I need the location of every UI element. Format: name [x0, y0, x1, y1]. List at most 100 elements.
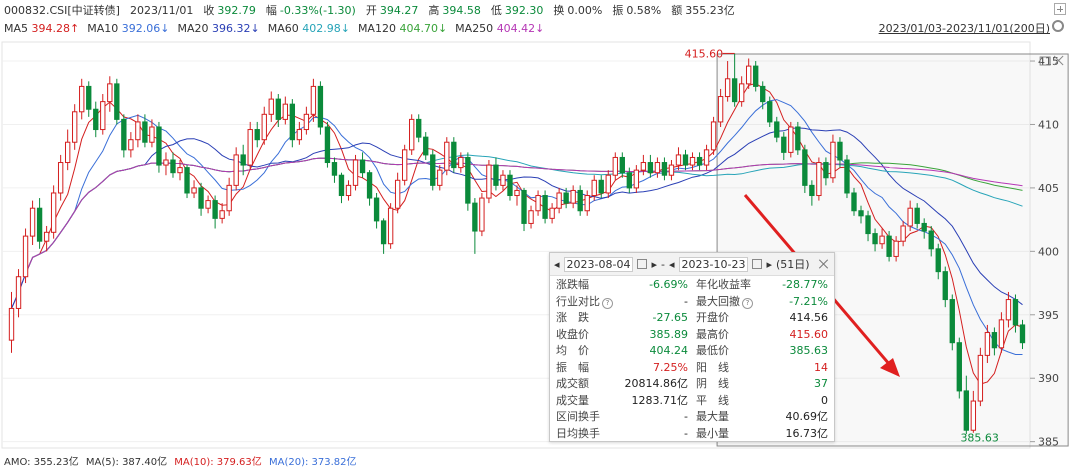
candle-body — [696, 156, 703, 166]
candle-body — [247, 129, 253, 166]
candle-body — [851, 192, 857, 212]
candle-body — [654, 162, 661, 174]
ma-legend-label: MA60 — [267, 21, 303, 35]
candle-body — [717, 96, 724, 123]
candle-body — [535, 195, 541, 212]
stats-grid: 涨跌幅 -6.69% 年化收益率 -28.77% 行业对比? - 最大回撤? -7.21% 涨 … — [550, 276, 834, 442]
candle-body — [914, 207, 920, 224]
date-range-label[interactable]: 2023/01/03-2023/11/01(200日) — [879, 20, 1050, 36]
candle-body — [387, 207, 394, 245]
stat-value: -6.69% — [649, 278, 688, 291]
candle-body — [198, 187, 204, 209]
end-date-field[interactable]: 2023-10-23 — [678, 256, 749, 272]
candle-body — [844, 159, 850, 194]
open-value: 394.27 — [379, 4, 419, 17]
candle-body — [331, 162, 338, 176]
close-value: 392.79 — [217, 4, 256, 17]
candle-body — [170, 159, 176, 174]
stat-label-text: 阳 线 — [696, 360, 729, 374]
amplitude-field: 振 0.58% — [612, 2, 661, 18]
prev-start-arrow[interactable]: ◂ — [554, 258, 560, 271]
stat-value: - — [684, 410, 688, 423]
candle-body — [767, 101, 773, 123]
stat-label: 最低价 — [696, 343, 729, 360]
ma-legend: MA5 394.28↑ MA10 392.06↓ MA20 396.32↓ MA60 … — [4, 20, 544, 36]
ma-legend-value: 396.32↓ — [211, 21, 260, 35]
help-icon[interactable]: ? — [742, 297, 753, 309]
candle-body — [605, 174, 611, 194]
candle-body — [465, 156, 471, 204]
candle-body — [556, 192, 562, 209]
candlestick-chart[interactable]: 385390395400405410415415.60385.63 — [0, 40, 1080, 452]
candle-body — [310, 85, 317, 115]
candle-body — [345, 184, 352, 197]
ma-legend-label: MA250 — [455, 21, 497, 35]
quote-info-bar: 000832.CSI[中证转债] 2023/11/01 收 392.79 幅 -0.… — [4, 1, 735, 19]
candle-body — [86, 85, 92, 110]
stat-row: 最小量 16.73亿 — [696, 426, 828, 443]
expand-icon[interactable] — [1054, 3, 1066, 15]
prev-end-arrow[interactable]: ◂ — [669, 258, 675, 271]
ma-legend-label: MA20 — [177, 21, 212, 35]
stat-row: 开盘价 414.56 — [696, 310, 828, 327]
next-start-arrow[interactable]: ▸ — [651, 258, 657, 271]
help-icon[interactable]: ? — [602, 297, 613, 309]
stat-row: 涨 跌 -27.65 — [556, 310, 688, 327]
stat-label-text: 最小量 — [696, 426, 729, 440]
stat-value: 20814.86亿 — [624, 377, 689, 390]
candle-body — [809, 184, 815, 197]
stat-label-text: 最大回撤 — [696, 294, 740, 308]
stat-label-text: 行业对比 — [556, 294, 600, 308]
stat-label: 最大回撤? — [696, 294, 753, 311]
amo-ma20-label: MA(20): 373.82亿 — [268, 457, 357, 468]
candle-body — [753, 65, 759, 87]
stat-row: 平 线 0 — [696, 393, 828, 410]
stat-label: 开盘价 — [696, 310, 729, 327]
candle-body — [212, 200, 218, 219]
stat-value: 14 — [814, 360, 828, 374]
candle-body — [493, 164, 499, 186]
amo-label: AMO: 355.23亿 — [4, 457, 79, 468]
candle-body — [72, 111, 78, 143]
candle-body — [79, 85, 85, 113]
ma-legend-label: MA120 — [357, 21, 400, 35]
candle-body — [963, 390, 970, 431]
candle-body — [1012, 299, 1019, 326]
amount-label: 额 — [671, 4, 683, 17]
stat-label-text: 年化收益率 — [696, 278, 751, 291]
turnover-field: 换 0.00% — [553, 2, 602, 18]
candle-body — [781, 136, 787, 153]
candle-body — [254, 129, 260, 141]
candle-body — [275, 98, 281, 120]
candle-body — [949, 299, 955, 344]
candle-body — [724, 78, 731, 98]
candle-body — [8, 307, 15, 341]
index-code[interactable]: 000832.CSI[中证转债] — [4, 2, 120, 18]
candle-body — [991, 332, 998, 349]
stat-value: -28.77% — [782, 278, 828, 291]
candle-body — [479, 197, 485, 232]
start-date-field[interactable]: 2023-08-04 — [563, 256, 634, 272]
ma-legend-value: 392.06↓ — [121, 21, 170, 35]
candle-body — [900, 225, 906, 242]
stat-row: 阴 线 37 — [696, 376, 828, 393]
stat-label-text: 平 线 — [696, 393, 729, 407]
calendar-icon[interactable] — [637, 259, 648, 269]
ma-legend-item: MA120 404.70↓ — [358, 22, 447, 35]
next-end-arrow[interactable]: ▸ — [766, 258, 772, 271]
calendar-icon[interactable] — [752, 259, 763, 269]
candle-body — [746, 65, 752, 85]
candle-body — [359, 159, 366, 174]
candle-body — [205, 200, 211, 209]
candle-body — [549, 207, 555, 219]
close-icon[interactable] — [818, 258, 830, 270]
candle-body — [598, 179, 604, 194]
candle-body — [998, 319, 1005, 349]
stat-row: 最低价 385.63 — [696, 343, 828, 360]
stat-value: 16.73亿 — [785, 426, 829, 440]
candle-body — [444, 141, 450, 171]
stat-value: - — [684, 426, 688, 440]
candle-body — [795, 126, 801, 151]
candle-body — [514, 189, 520, 197]
gear-icon[interactable] — [1052, 20, 1064, 32]
